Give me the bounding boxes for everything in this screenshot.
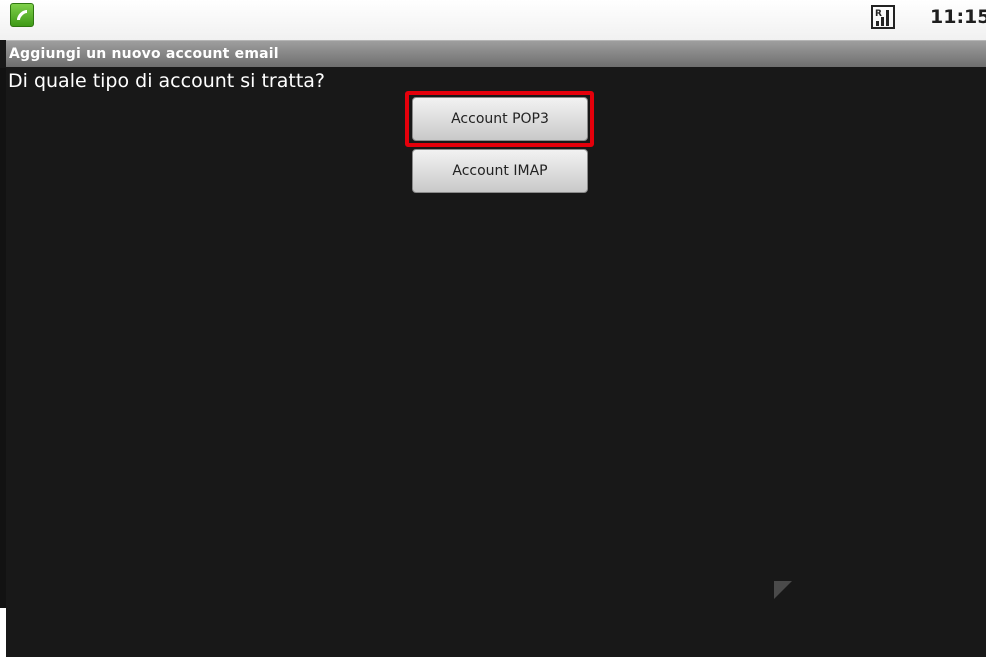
account-imap-button[interactable]: Account IMAP	[412, 149, 588, 193]
phone-icon	[10, 3, 34, 27]
resize-handle-icon[interactable]	[774, 581, 792, 599]
account-type-question: Di quale tipo di account si tratta?	[8, 70, 326, 92]
highlight-box	[405, 91, 594, 147]
left-border	[0, 68, 6, 608]
clock: 11:15	[930, 6, 986, 28]
screen: R 11:15 Aggiungi un nuovo account email …	[0, 0, 986, 657]
page-title: Aggiungi un nuovo account email	[9, 46, 279, 62]
status-bar: R 11:15	[0, 0, 986, 40]
roaming-label: R	[875, 9, 882, 19]
title-bar: Aggiungi un nuovo account email	[6, 40, 986, 67]
corner-gap	[0, 608, 6, 657]
roaming-signal-icon: R	[871, 5, 895, 29]
